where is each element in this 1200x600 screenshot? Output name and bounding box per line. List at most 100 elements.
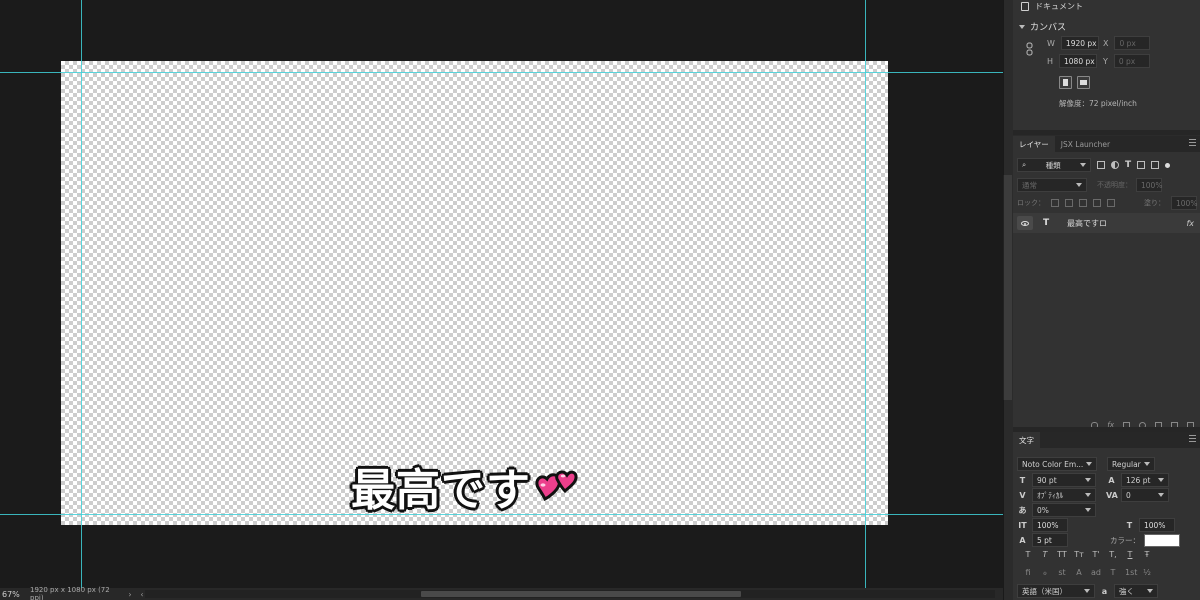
y-label: Y	[1103, 56, 1108, 66]
blend-mode-select[interactable]: 通常	[1017, 178, 1087, 192]
titling-alternates-button[interactable]: T	[1108, 568, 1118, 577]
tsume-row: あ 0%	[1017, 503, 1096, 517]
eye-icon[interactable]	[1017, 216, 1033, 230]
filter-kind-value: 種類	[1045, 160, 1061, 170]
leading-select[interactable]: 126 pt	[1121, 473, 1169, 487]
panel-menu-icon[interactable]	[1189, 435, 1196, 443]
layer-name[interactable]: 最高ですロ	[1067, 218, 1186, 229]
subscript-button[interactable]: T,	[1108, 550, 1118, 559]
landscape-orientation-icon[interactable]	[1077, 76, 1090, 89]
color-swatch[interactable]	[1144, 533, 1180, 547]
guide-vertical-right[interactable]	[865, 0, 866, 588]
leading-icon: A	[1108, 475, 1115, 485]
opentype-buttons: fi ℴ st A ad T 1st ½	[1023, 568, 1152, 577]
kerning-icon: V	[1019, 490, 1026, 500]
opacity-field[interactable]: 100%	[1136, 178, 1162, 192]
horizontal-scale-field[interactable]: 100%	[1139, 518, 1175, 532]
fractions-button[interactable]: ½	[1142, 568, 1152, 577]
tracking-select[interactable]: 0	[1121, 488, 1169, 502]
faux-bold-button[interactable]: T	[1023, 550, 1033, 559]
tsume-select[interactable]: 0%	[1032, 503, 1096, 517]
horizontal-scroll-thumb[interactable]	[421, 591, 741, 597]
shape-filter-icon[interactable]	[1137, 161, 1146, 169]
lock-position-icon[interactable]	[1079, 199, 1087, 207]
chevron-down-icon	[1144, 462, 1150, 466]
all-caps-button[interactable]: TT	[1057, 550, 1067, 559]
type-filter-icon[interactable]: T	[1125, 161, 1131, 170]
canvas-section-header[interactable]: カンバス	[1019, 20, 1066, 33]
blend-row: 通常 不透明度： 100%	[1017, 178, 1197, 192]
tab-character[interactable]: 文字	[1013, 432, 1040, 448]
antialias-select[interactable]: 強く	[1114, 584, 1158, 598]
small-caps-button[interactable]: Tт	[1074, 550, 1084, 559]
language-select[interactable]: 英語（米国）	[1017, 584, 1095, 598]
font-size-select[interactable]: 90 pt	[1032, 473, 1096, 487]
guide-vertical-left[interactable]	[81, 0, 82, 588]
lock-transparent-icon[interactable]	[1051, 199, 1059, 207]
chevron-down-icon	[1085, 508, 1091, 512]
y-field[interactable]: 0 px	[1113, 54, 1150, 68]
strikethrough-button[interactable]: Ŧ	[1142, 550, 1152, 559]
filter-toggle-icon[interactable]	[1165, 162, 1171, 168]
chevron-down-icon	[1085, 478, 1091, 482]
width-field[interactable]: 1920 px	[1060, 36, 1099, 50]
height-label: H	[1047, 56, 1054, 66]
pixel-filter-icon[interactable]	[1097, 161, 1105, 169]
guide-horizontal-top[interactable]	[0, 72, 1003, 73]
character-tabs: 文字	[1013, 432, 1200, 448]
link-icon[interactable]	[1026, 42, 1034, 56]
language-row: 英語（米国） a 強く	[1017, 584, 1158, 598]
smart-object-filter-icon[interactable]	[1151, 161, 1160, 169]
adjustment-filter-icon[interactable]	[1111, 161, 1119, 169]
superscript-button[interactable]: T'	[1091, 550, 1101, 559]
chevron-down-icon[interactable]	[1019, 24, 1025, 29]
height-field[interactable]: 1080 px	[1059, 54, 1098, 68]
vertical-scale-field[interactable]: 100%	[1032, 518, 1068, 532]
language-value: 英語（米国）	[1022, 586, 1067, 596]
fill-label: 塗り：	[1144, 199, 1165, 207]
baseline-shift-field[interactable]: 5 pt	[1032, 533, 1068, 547]
search-icon: ⌕	[1022, 160, 1027, 169]
underline-button[interactable]: T	[1125, 550, 1135, 559]
alternates-button[interactable]: ℴ	[1040, 568, 1050, 577]
filter-kind-select[interactable]: ⌕ 種類	[1017, 158, 1091, 172]
lock-all-icon[interactable]	[1107, 199, 1115, 207]
layers-tabs: レイヤー JSX Launcher	[1013, 136, 1200, 152]
kerning-select[interactable]: ｵﾌﾟﾃｨｶﾙ	[1032, 488, 1096, 502]
fill-field[interactable]: 100%	[1171, 196, 1197, 210]
tab-layers[interactable]: レイヤー	[1013, 136, 1055, 152]
lock-pixels-icon[interactable]	[1065, 199, 1073, 207]
canvas-text-layer[interactable]: 最高です	[350, 456, 579, 518]
stylistic-alternates-button[interactable]: ad	[1091, 568, 1101, 577]
panel-menu-icon[interactable]	[1189, 139, 1196, 147]
zoom-level[interactable]: 67%	[0, 590, 26, 599]
document-workspace[interactable]: 最高です	[0, 0, 1003, 588]
lock-label: ロック：	[1017, 199, 1045, 207]
layer-row[interactable]: T 最高ですロ fx	[1013, 213, 1200, 233]
fx-icon[interactable]: fx	[1186, 219, 1194, 228]
chevron-down-icon	[1147, 589, 1153, 593]
faux-italic-button[interactable]: T	[1040, 550, 1050, 559]
chevron-down-icon	[1158, 493, 1164, 497]
tracking-value: 0	[1126, 490, 1131, 500]
panel-divider[interactable]	[1013, 130, 1200, 135]
tab-jsx-launcher[interactable]: JSX Launcher	[1055, 136, 1116, 152]
ligatures-button[interactable]: fi	[1023, 568, 1033, 577]
tsume-value: 0%	[1037, 505, 1049, 515]
lock-artboard-icon[interactable]	[1093, 199, 1101, 207]
chevron-down-icon	[1079, 163, 1086, 167]
leading-value: 126 pt	[1126, 475, 1151, 485]
discretionary-ligatures-button[interactable]: st	[1057, 568, 1067, 577]
vertical-scrollbar[interactable]	[1003, 175, 1012, 400]
status-menu-arrow[interactable]: ›	[124, 590, 136, 599]
font-family-select[interactable]: Noto Color Em...	[1017, 457, 1097, 471]
portrait-orientation-icon[interactable]	[1059, 76, 1072, 89]
swash-button[interactable]: A	[1074, 568, 1084, 577]
horizontal-scrollbar[interactable]	[145, 590, 995, 598]
ordinals-button[interactable]: 1st	[1125, 568, 1137, 577]
opacity-label: 不透明度：	[1097, 181, 1132, 189]
x-field[interactable]: 0 px	[1114, 36, 1151, 50]
size-row: T 90 pt A 126 pt	[1017, 473, 1169, 487]
font-style-select[interactable]: Regular	[1107, 457, 1155, 471]
font-size-icon: T	[1019, 475, 1026, 485]
